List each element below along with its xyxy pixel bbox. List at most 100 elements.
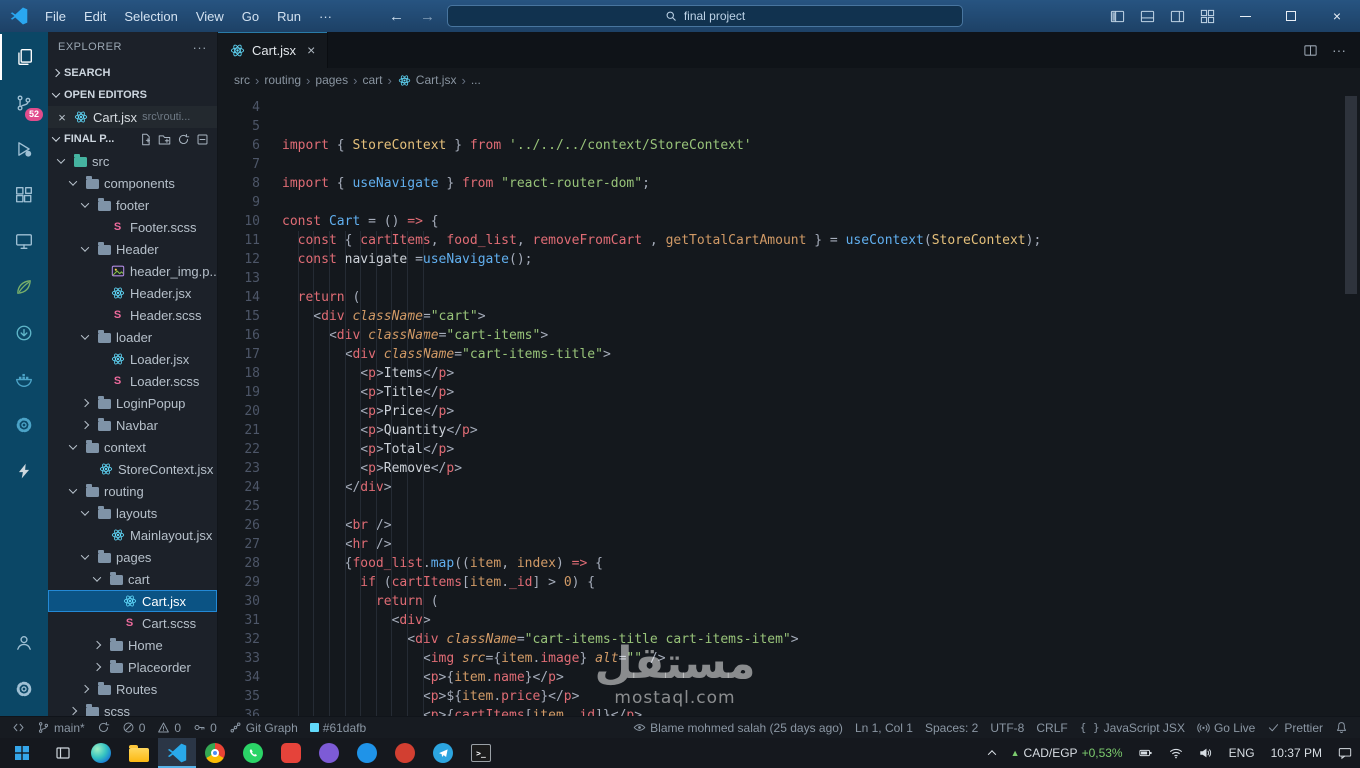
taskbar-paint-app[interactable] [348, 738, 386, 768]
tab-close-icon[interactable]: × [307, 42, 315, 58]
status-indentation[interactable]: Spaces: 2 [919, 717, 984, 738]
activitybar-extensions[interactable] [0, 172, 48, 218]
tree-item-mainlayout-jsx[interactable]: Mainlayout.jsx [48, 524, 217, 546]
tree-item-scss[interactable]: scss [48, 700, 217, 716]
status-git-branch[interactable]: main* [31, 717, 91, 738]
tree-item-src[interactable]: src [48, 150, 217, 172]
volume-icon[interactable] [1191, 738, 1221, 768]
section-workspace[interactable]: FINAL P... [48, 128, 217, 150]
customize-layout-icon[interactable] [1192, 0, 1222, 32]
clock[interactable]: 10:37 PM [1263, 738, 1330, 768]
menu-selection[interactable]: Selection [115, 0, 186, 32]
tree-item-storecontext-jsx[interactable]: StoreContext.jsx [48, 458, 217, 480]
maximize-button[interactable] [1268, 0, 1314, 32]
status-git-graph[interactable]: Git Graph [223, 717, 304, 738]
status-problems-errors[interactable]: 0 [116, 717, 152, 738]
status-gitlens-blame[interactable]: Blame mohmed salah (25 days ago) [627, 717, 849, 738]
action-center-icon[interactable] [1330, 738, 1360, 768]
menu-run[interactable]: Run [268, 0, 310, 32]
menu-view[interactable]: View [187, 0, 233, 32]
new-folder-icon[interactable] [158, 133, 171, 146]
activitybar-settings-sync[interactable] [0, 402, 48, 448]
collapse-all-icon[interactable] [196, 133, 209, 146]
toggle-secondary-sidebar-icon[interactable] [1162, 0, 1192, 32]
tree-item-context[interactable]: context [48, 436, 217, 458]
command-center-search[interactable]: final project [447, 5, 963, 27]
tree-item-placeorder[interactable]: Placeorder [48, 656, 217, 678]
menu-go[interactable]: Go [233, 0, 268, 32]
toggle-panel-icon[interactable] [1132, 0, 1162, 32]
status-git-sync[interactable] [91, 717, 116, 738]
status-eol[interactable]: CRLF [1030, 717, 1073, 738]
tree-item-header-img-p[interactable]: header_img.p.. [48, 260, 217, 282]
breadcrumb-routing[interactable]: routing [264, 73, 301, 87]
breadcrumb--[interactable]: ... [471, 73, 481, 87]
activitybar-run-and-debug[interactable] [0, 126, 48, 172]
status-problems-warnings[interactable]: 0 [151, 717, 187, 738]
battery-icon[interactable] [1131, 738, 1161, 768]
menu-more[interactable]: ··· [310, 0, 341, 32]
language-indicator[interactable]: ENG [1221, 738, 1263, 768]
close-editor-icon[interactable]: × [56, 110, 68, 125]
activitybar-manage[interactable] [0, 666, 48, 712]
tree-item-home[interactable]: Home [48, 634, 217, 656]
news-widget[interactable]: ▲ CAD/EGP +0,53% [1003, 738, 1131, 768]
nav-forward-icon[interactable]: → [420, 8, 435, 25]
activitybar-accounts[interactable] [0, 620, 48, 666]
tree-item-routes[interactable]: Routes [48, 678, 217, 700]
taskbar-installer-app[interactable] [386, 738, 424, 768]
status-remote-indicator[interactable] [6, 717, 31, 738]
code-editor[interactable]: 4 5 6 import { StoreContext } from '../../.… [218, 92, 1360, 716]
tree-item-loader-jsx[interactable]: Loader.jsx [48, 348, 217, 370]
tray-expand-icon[interactable] [981, 738, 1003, 768]
section-search[interactable]: SEARCH [48, 62, 217, 84]
tab-cart-jsx[interactable]: Cart.jsx × [218, 32, 329, 68]
tree-item-loginpopup[interactable]: LoginPopup [48, 392, 217, 414]
tree-item-routing[interactable]: routing [48, 480, 217, 502]
tree-item-components[interactable]: components [48, 172, 217, 194]
open-editor-cart-jsx[interactable]: × Cart.jsx src\routi... [48, 106, 217, 128]
new-file-icon[interactable] [139, 133, 152, 146]
tree-item-loader[interactable]: loader [48, 326, 217, 348]
activitybar-live-share[interactable] [0, 310, 48, 356]
activitybar-docker[interactable] [0, 356, 48, 402]
status-color-value[interactable]: #61dafb [304, 717, 372, 738]
breadcrumb-src[interactable]: src [234, 73, 250, 87]
refresh-icon[interactable] [177, 133, 190, 146]
editor-more-actions-icon[interactable]: ··· [1332, 42, 1346, 58]
activitybar-explorer[interactable] [0, 34, 48, 80]
toggle-primary-sidebar-icon[interactable] [1102, 0, 1132, 32]
status-encoding[interactable]: UTF-8 [984, 717, 1030, 738]
activitybar-thunder-client[interactable] [0, 448, 48, 494]
tree-item-cart[interactable]: cart [48, 568, 217, 590]
activitybar-material-theme[interactable] [0, 264, 48, 310]
tree-item-cart-scss[interactable]: S Cart.scss [48, 612, 217, 634]
taskbar-viber[interactable] [310, 738, 348, 768]
tree-item-loader-scss[interactable]: S Loader.scss [48, 370, 217, 392]
activitybar-remote-explorer[interactable] [0, 218, 48, 264]
nav-back-icon[interactable]: ← [389, 8, 404, 25]
tree-item-navbar[interactable]: Navbar [48, 414, 217, 436]
activitybar-source-control[interactable]: 52 [0, 80, 48, 126]
taskbar-telegram[interactable] [424, 738, 462, 768]
tree-item-footer[interactable]: footer [48, 194, 217, 216]
taskbar-photos-app[interactable] [272, 738, 310, 768]
taskbar-google-chrome[interactable] [196, 738, 234, 768]
tree-item-header[interactable]: Header [48, 238, 217, 260]
split-editor-icon[interactable] [1303, 43, 1318, 58]
breadcrumb-pages[interactable]: pages [315, 73, 348, 87]
close-button[interactable]: × [1314, 0, 1360, 32]
breadcrumb-cart[interactable]: cart [362, 73, 382, 87]
taskbar-terminal[interactable]: >_ [462, 738, 500, 768]
status-language-mode[interactable]: { } JavaScript JSX [1074, 717, 1191, 738]
taskbar-vscode[interactable] [158, 738, 196, 768]
status-security-count[interactable]: 0 [187, 717, 223, 738]
tree-item-header-jsx[interactable]: Header.jsx [48, 282, 217, 304]
status-cursor-position[interactable]: Ln 1, Col 1 [849, 717, 919, 738]
minimize-button[interactable] [1222, 0, 1268, 32]
tree-item-layouts[interactable]: layouts [48, 502, 217, 524]
wifi-icon[interactable] [1161, 738, 1191, 768]
tree-item-footer-scss[interactable]: S Footer.scss [48, 216, 217, 238]
taskbar-file-explorer[interactable] [120, 738, 158, 768]
menu-edit[interactable]: Edit [75, 0, 115, 32]
